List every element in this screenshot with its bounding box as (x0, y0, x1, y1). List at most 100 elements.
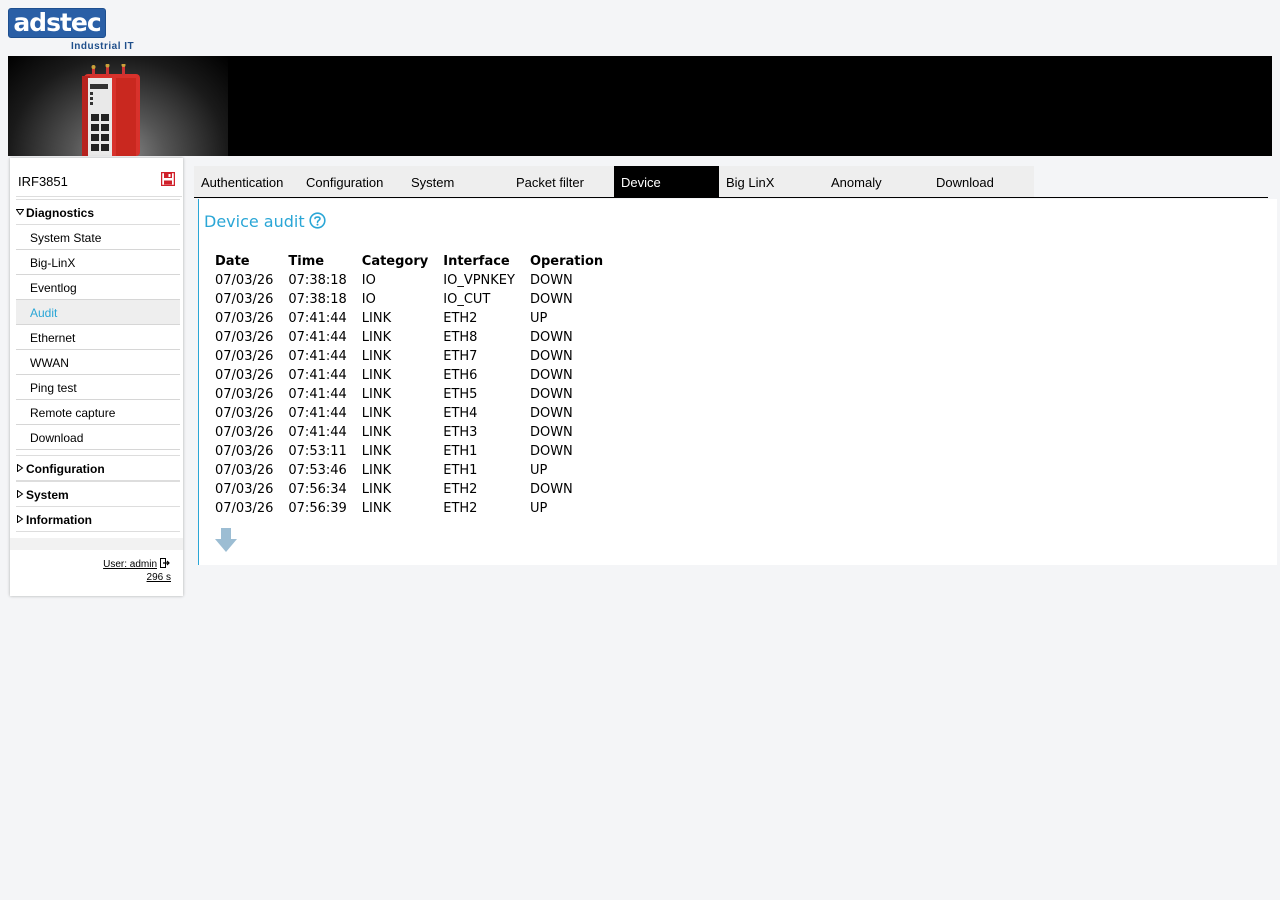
tab-anomaly[interactable]: Anomaly (824, 166, 929, 197)
table-row: 07/03/26 07:38:18 IO IO_CUT DOWN (212, 290, 615, 309)
tab-download[interactable]: Download (929, 166, 1034, 197)
user-link[interactable]: User: admin (103, 559, 157, 570)
audit-table: Date Time Category Interface Operation 0… (212, 251, 615, 518)
sidebar-item-ethernet[interactable]: Ethernet (16, 325, 180, 350)
table-row: 07/03/26 07:41:44 LINK ETH5 DOWN (212, 385, 615, 404)
sidebar-item-label: Big-LinX (30, 256, 76, 270)
time-cell: 07:53:46 (288, 463, 347, 478)
category-cell: LINK (361, 444, 392, 459)
sidebar-section-information[interactable]: Information (16, 506, 180, 532)
time-cell: 07:41:44 (288, 425, 347, 440)
sidebar-item-ping-test[interactable]: Ping test (16, 375, 180, 400)
table-row: 07/03/26 07:41:44 LINK ETH3 DOWN (212, 423, 615, 442)
table-header-row: Date Time Category Interface Operation (212, 251, 615, 271)
logout-icon[interactable] (160, 558, 170, 568)
date-cell: 07/03/26 (215, 406, 274, 421)
tab-authentication[interactable]: Authentication (194, 166, 299, 197)
top-tab-bar: Authentication Configuration System Pack… (194, 166, 1268, 198)
category-cell: IO (361, 292, 376, 307)
column-header-date: Date (215, 253, 250, 269)
table-row: 07/03/26 07:56:39 LINK ETH2 UP (212, 499, 615, 518)
help-icon[interactable] (309, 212, 326, 229)
time-cell: 07:41:44 (288, 406, 347, 421)
operation-cell: DOWN (529, 349, 573, 364)
table-row: 07/03/26 07:38:18 IO IO_VPNKEY DOWN (212, 271, 615, 290)
sidebar-footer: User: admin 296 s (10, 538, 183, 608)
router-device-image (82, 64, 140, 156)
time-cell: 07:38:18 (288, 292, 347, 307)
interface-cell: ETH4 (443, 406, 478, 421)
date-cell: 07/03/26 (215, 330, 274, 345)
category-cell: LINK (361, 406, 392, 421)
tab-packet-filter[interactable]: Packet filter (509, 166, 614, 197)
sidebar-item-remote-capture[interactable]: Remote capture (16, 400, 180, 425)
category-cell: LINK (361, 330, 392, 345)
sidebar-section-configuration[interactable]: Configuration (16, 455, 180, 481)
date-cell: 07/03/26 (215, 311, 274, 326)
operation-cell: UP (529, 311, 548, 326)
triangle-right-icon (17, 464, 24, 472)
column-header-category: Category (361, 253, 429, 269)
table-row: 07/03/26 07:53:11 LINK ETH1 DOWN (212, 442, 615, 461)
category-cell: LINK (361, 349, 392, 364)
tab-big-linx[interactable]: Big LinX (719, 166, 824, 197)
sidebar-item-system-state[interactable]: System State (16, 225, 180, 250)
sidebar-section-label: System (26, 488, 69, 502)
sidebar-item-wwan[interactable]: WWAN (16, 350, 180, 375)
page-title: Device audit (204, 212, 305, 231)
table-row: 07/03/26 07:41:44 LINK ETH2 UP (212, 309, 615, 328)
date-cell: 07/03/26 (215, 444, 274, 459)
time-cell: 07:41:44 (288, 368, 347, 383)
sidebar-item-big-linx[interactable]: Big-LinX (16, 250, 180, 275)
arrow-down-icon[interactable] (213, 527, 239, 553)
tab-configuration[interactable]: Configuration (299, 166, 404, 197)
operation-cell: DOWN (529, 406, 573, 421)
table-row: 07/03/26 07:41:44 LINK ETH8 DOWN (212, 328, 615, 347)
date-cell: 07/03/26 (215, 501, 274, 516)
time-cell: 07:41:44 (288, 311, 347, 326)
tab-label: Authentication (201, 175, 284, 190)
time-cell: 07:41:44 (288, 349, 347, 364)
tab-label: Packet filter (516, 175, 584, 190)
tab-label: Anomaly (831, 175, 882, 190)
time-cell: 07:41:44 (288, 387, 347, 402)
column-header-interface: Interface (443, 253, 510, 269)
table-row: 07/03/26 07:41:44 LINK ETH7 DOWN (212, 347, 615, 366)
save-icon[interactable] (161, 172, 175, 186)
sidebar-item-audit[interactable]: Audit (16, 300, 180, 325)
category-cell: IO (361, 273, 376, 288)
column-header-operation: Operation (529, 253, 604, 269)
time-cell: 07:56:39 (288, 501, 347, 516)
sidebar-item-download[interactable]: Download (16, 425, 180, 450)
tab-device[interactable]: Device (614, 166, 719, 197)
time-cell: 07:56:34 (288, 482, 347, 497)
operation-cell: DOWN (529, 330, 573, 345)
interface-cell: ETH8 (443, 330, 478, 345)
header-banner (8, 56, 1272, 156)
device-name: IRF3851 (18, 174, 68, 189)
category-cell: LINK (361, 463, 392, 478)
date-cell: 07/03/26 (215, 368, 274, 383)
operation-cell: DOWN (529, 444, 573, 459)
date-cell: 07/03/26 (215, 482, 274, 497)
operation-cell: DOWN (529, 292, 573, 307)
sidebar-item-eventlog[interactable]: Eventlog (16, 275, 180, 300)
session-timer[interactable]: 296 s (147, 572, 171, 583)
interface-cell: ETH7 (443, 349, 478, 364)
column-header-time: Time (288, 253, 325, 269)
logo-brand: adstec (8, 8, 106, 38)
sidebar-section-system[interactable]: System (16, 481, 180, 507)
category-cell: LINK (361, 482, 392, 497)
sidebar-section-label: Diagnostics (26, 206, 95, 220)
sidebar-section-diagnostics[interactable]: Diagnostics (16, 199, 180, 225)
logo-tagline: Industrial IT (71, 41, 135, 52)
operation-cell: UP (529, 463, 548, 478)
interface-cell: ETH2 (443, 501, 478, 516)
tab-system[interactable]: System (404, 166, 509, 197)
interface-cell: ETH6 (443, 368, 478, 383)
time-cell: 07:53:11 (288, 444, 347, 459)
tab-label: System (411, 175, 455, 190)
date-cell: 07/03/26 (215, 349, 274, 364)
sidebar-item-label: Remote capture (30, 406, 116, 420)
interface-cell: IO_VPNKEY (443, 273, 515, 288)
